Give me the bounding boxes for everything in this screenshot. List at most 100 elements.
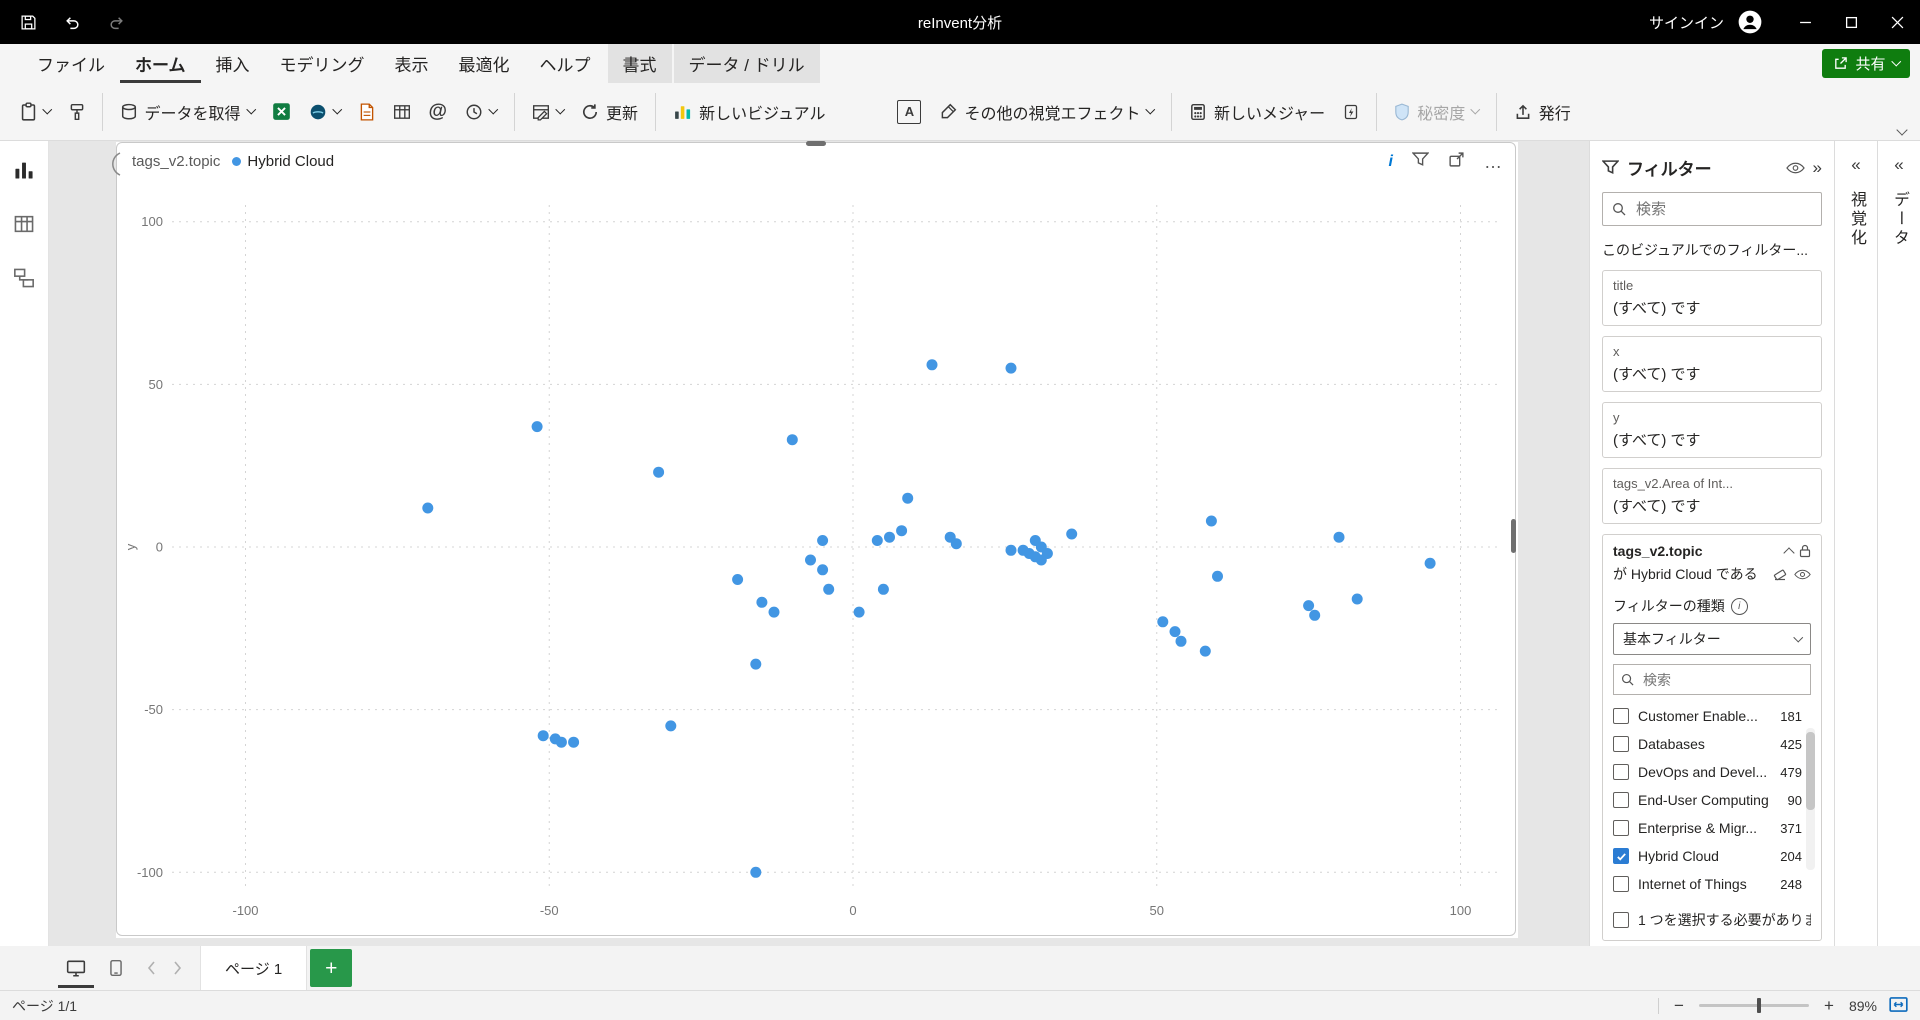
- page-tab[interactable]: ページ 1: [200, 946, 308, 990]
- zoom-in-button[interactable]: +: [1821, 996, 1837, 1016]
- value-search-box[interactable]: [1613, 664, 1811, 695]
- transform-data-button[interactable]: [524, 96, 572, 128]
- close-button[interactable]: [1874, 0, 1920, 44]
- list-scrollbar-thumb[interactable]: [1806, 732, 1815, 810]
- scatter-point[interactable]: [1157, 616, 1169, 628]
- scatter-point[interactable]: [805, 554, 816, 566]
- visualizations-rail-label[interactable]: 視覚化: [1844, 191, 1868, 248]
- filter-card[interactable]: x (すべて) です: [1602, 336, 1822, 392]
- previous-page-icon[interactable]: [138, 948, 164, 988]
- scatter-point[interactable]: [653, 466, 665, 478]
- filter-card[interactable]: tags_v2.Area of Int... (すべて) です: [1602, 468, 1822, 524]
- refresh-button[interactable]: 更新: [573, 93, 646, 131]
- desktop-view-button[interactable]: [58, 948, 94, 988]
- filter-value-row[interactable]: Customer Enable... 181: [1613, 702, 1811, 730]
- value-search-input[interactable]: [1641, 670, 1803, 689]
- filter-value-row[interactable]: Enterprise & Migr... 371: [1613, 814, 1811, 842]
- scatter-point[interactable]: [531, 421, 543, 433]
- eraser-icon[interactable]: [1773, 567, 1787, 581]
- scatter-point[interactable]: [926, 359, 938, 371]
- scatter-point[interactable]: [1005, 544, 1017, 556]
- scatter-point[interactable]: [1212, 570, 1223, 582]
- eye-icon[interactable]: [1794, 569, 1811, 580]
- scatter-point[interactable]: [786, 434, 798, 446]
- report-page[interactable]: tags_v2.topic Hybrid Cloud i … -100 -50 …: [112, 142, 1518, 938]
- sql-server-button[interactable]: [351, 96, 383, 128]
- share-button[interactable]: 共有: [1822, 49, 1910, 78]
- more-visuals-button[interactable]: その他の視覚エフェクト: [931, 93, 1162, 131]
- checkbox[interactable]: [1613, 736, 1629, 752]
- scatter-point[interactable]: [568, 736, 580, 748]
- scatter-point[interactable]: [732, 574, 744, 585]
- filter-value-row[interactable]: Databases 425: [1613, 730, 1811, 758]
- scatter-point[interactable]: [902, 492, 914, 504]
- quick-measure-button[interactable]: [1335, 97, 1367, 127]
- dataverse-button[interactable]: @: [421, 94, 456, 130]
- checkbox[interactable]: [1613, 708, 1629, 724]
- redo-button[interactable]: [98, 4, 134, 40]
- ribbon-tab[interactable]: 挿入: [201, 44, 265, 83]
- data-rail-label[interactable]: データ: [1887, 191, 1911, 248]
- scatter-point[interactable]: [896, 525, 908, 537]
- scatter-point[interactable]: [877, 583, 889, 595]
- scatter-point[interactable]: [750, 658, 762, 670]
- scatter-point[interactable]: [1351, 593, 1363, 605]
- model-view-button[interactable]: [11, 265, 37, 291]
- next-page-icon[interactable]: [164, 948, 190, 988]
- ribbon-tab[interactable]: ヘルプ: [525, 44, 606, 83]
- text-box-button[interactable]: A: [889, 93, 929, 131]
- get-data-button[interactable]: データを取得: [112, 93, 263, 131]
- scatter-point[interactable]: [823, 583, 835, 595]
- scatter-point[interactable]: [1035, 554, 1047, 566]
- scatter-point[interactable]: [665, 720, 677, 732]
- checkbox[interactable]: [1613, 912, 1629, 928]
- scatter-point[interactable]: [853, 606, 865, 618]
- eye-icon[interactable]: [1785, 162, 1805, 174]
- scatter-point[interactable]: [756, 596, 768, 608]
- fit-to-page-icon[interactable]: [1889, 996, 1908, 1016]
- lock-icon[interactable]: [1799, 544, 1811, 558]
- filter-value-row[interactable]: Internet of Things 248: [1613, 870, 1811, 898]
- scatter-point[interactable]: [537, 730, 549, 742]
- filter-value-row[interactable]: DevOps and Devel... 479: [1613, 758, 1811, 786]
- paste-button[interactable]: [12, 95, 59, 128]
- enter-data-button[interactable]: [385, 96, 419, 128]
- zoom-slider[interactable]: [1698, 998, 1809, 1013]
- scatter-point[interactable]: [817, 564, 829, 576]
- report-canvas[interactable]: tags_v2.topic Hybrid Cloud i … -100 -50 …: [49, 141, 1589, 946]
- scatter-point[interactable]: [871, 535, 883, 546]
- scatter-point[interactable]: [1199, 645, 1211, 657]
- report-view-button[interactable]: [11, 157, 37, 183]
- scatter-point[interactable]: [1066, 528, 1078, 540]
- checkbox[interactable]: [1613, 820, 1629, 836]
- scatter-point[interactable]: [1424, 557, 1436, 569]
- scatter-point[interactable]: [1005, 362, 1017, 374]
- filter-search-input[interactable]: [1634, 199, 1812, 219]
- checkbox[interactable]: [1613, 848, 1629, 864]
- scatter-point[interactable]: [1309, 609, 1321, 621]
- canvas-horizontal-scrollbar[interactable]: [806, 141, 826, 146]
- more-options-icon[interactable]: …: [1484, 152, 1503, 173]
- checkbox[interactable]: [1613, 792, 1629, 808]
- format-painter-button[interactable]: [61, 96, 93, 128]
- table-view-button[interactable]: [11, 211, 37, 237]
- scatter-point[interactable]: [950, 538, 962, 550]
- maximize-button[interactable]: [1828, 0, 1874, 44]
- chevron-up-icon[interactable]: [1783, 547, 1795, 559]
- collapse-ribbon-icon[interactable]: [1896, 124, 1908, 136]
- checkbox[interactable]: [1613, 764, 1629, 780]
- sensitivity-button[interactable]: 秘密度: [1386, 93, 1487, 131]
- collapse-pane-icon[interactable]: »: [1813, 158, 1822, 178]
- scatter-point[interactable]: [750, 866, 762, 878]
- signin-link[interactable]: サインイン: [1649, 12, 1724, 33]
- focus-mode-icon[interactable]: [1448, 151, 1465, 173]
- new-measure-button[interactable]: 新しいメジャー: [1181, 93, 1333, 131]
- checkbox[interactable]: [1613, 876, 1629, 892]
- ribbon-tab[interactable]: モデリング: [265, 44, 380, 83]
- publish-button[interactable]: 発行: [1506, 93, 1579, 131]
- visual-resize-handle[interactable]: [109, 151, 123, 177]
- require-single-row[interactable]: 1 つを選択する必要がありま: [1613, 910, 1811, 930]
- ribbon-tab[interactable]: ファイル: [22, 44, 120, 83]
- info-icon[interactable]: i: [1389, 153, 1393, 171]
- scatter-point[interactable]: [1169, 626, 1181, 638]
